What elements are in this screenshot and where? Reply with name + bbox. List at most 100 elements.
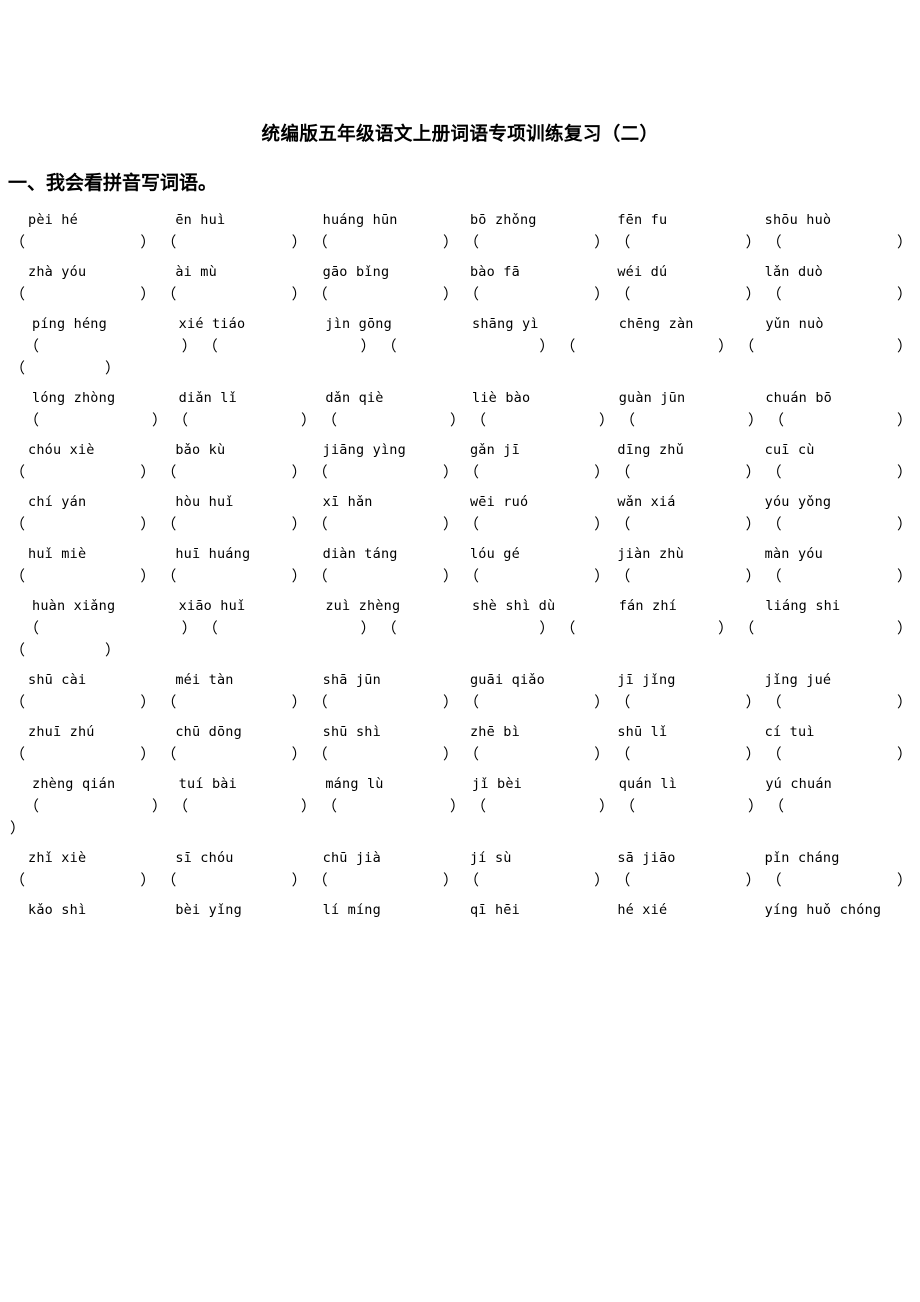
answer-bracket[interactable]: （）: [161, 231, 312, 253]
answer-bracket-line: （）（）（）（）（）: [10, 617, 918, 639]
bracket-open: （: [312, 567, 328, 586]
answer-bracket[interactable]: （）: [313, 565, 464, 587]
answer-bracket[interactable]: （）: [10, 743, 161, 765]
answer-bracket[interactable]: （）: [464, 691, 615, 713]
answer-bracket[interactable]: （）: [10, 283, 161, 305]
answer-bracket[interactable]: （）: [161, 743, 312, 765]
bracket-open: （: [381, 619, 397, 638]
answer-bracket[interactable]: （）: [615, 565, 766, 587]
answer-bracket[interactable]: （）: [382, 617, 561, 639]
answer-bracket[interactable]: （）: [161, 513, 312, 535]
exercise-row: zhèng qián tuí bài máng lù jǐ bèi quán lì yú …: [10, 774, 918, 839]
answer-bracket[interactable]: （）: [313, 231, 464, 253]
answer-bracket[interactable]: （）: [464, 283, 615, 305]
answer-bracket[interactable]: （）: [471, 409, 620, 431]
answer-bracket[interactable]: （）: [464, 869, 615, 891]
answer-bracket[interactable]: （）: [464, 461, 615, 483]
answer-bracket[interactable]: （）: [615, 869, 766, 891]
answer-bracket-line: （）（）（）（）（）（）: [10, 231, 918, 253]
answer-bracket[interactable]: （）: [615, 743, 766, 765]
answer-bracket[interactable]: （）: [620, 409, 769, 431]
answer-bracket[interactable]: （）: [767, 231, 918, 253]
pinyin-word: qī hēi: [469, 902, 520, 919]
answer-bracket[interactable]: （）: [769, 409, 918, 431]
answer-bracket[interactable]: （）: [161, 869, 312, 891]
answer-bracket[interactable]: （）: [767, 513, 918, 535]
answer-bracket[interactable]: （）: [739, 617, 918, 639]
bracket-close: ）: [151, 411, 167, 430]
answer-bracket[interactable]: （）: [471, 795, 620, 817]
exercise-row: chóu xiè bǎo kù jiāng yìng gǎn jī dīng zhǔ cu…: [10, 440, 918, 483]
answer-bracket[interactable]: （）: [313, 283, 464, 305]
pinyin-word: ēn huì: [175, 212, 226, 229]
answer-bracket[interactable]: （）: [161, 461, 312, 483]
answer-bracket[interactable]: （）: [203, 617, 382, 639]
answer-bracket[interactable]: （）: [767, 743, 918, 765]
answer-bracket[interactable]: （）: [313, 743, 464, 765]
pinyin-word: guāi qiǎo: [469, 672, 545, 689]
bracket-close: ）: [896, 411, 912, 430]
bracket-close: ）: [594, 463, 610, 482]
pinyin-word: xī hǎn: [322, 494, 373, 511]
answer-bracket[interactable]: （）: [767, 461, 918, 483]
answer-bracket[interactable]: （）: [313, 869, 464, 891]
answer-bracket[interactable]: （）: [615, 513, 766, 535]
answer-bracket[interactable]: （）: [10, 565, 161, 587]
answer-bracket[interactable]: （）: [10, 869, 161, 891]
answer-bracket[interactable]: （）: [10, 691, 161, 713]
answer-bracket[interactable]: （）: [161, 283, 312, 305]
bracket-open: （: [463, 693, 479, 712]
answer-bracket[interactable]: （）: [10, 513, 161, 535]
bracket-open: （: [463, 871, 479, 890]
answer-bracket[interactable]: （）: [10, 461, 161, 483]
answer-bracket[interactable]: （）: [24, 409, 173, 431]
answer-bracket[interactable]: （）: [767, 565, 918, 587]
answer-bracket[interactable]: （）: [464, 743, 615, 765]
answer-bracket[interactable]: （）: [161, 565, 312, 587]
answer-bracket[interactable]: （）: [173, 795, 322, 817]
bracket-open: （: [322, 411, 338, 430]
answer-bracket[interactable]: （）: [322, 409, 471, 431]
pinyin-word: diǎn lǐ: [178, 390, 237, 407]
answer-bracket[interactable]: （）: [464, 513, 615, 535]
pinyin-line: huǐ miè huī huáng diàn táng lóu gé jiàn zhù m…: [10, 544, 918, 564]
answer-bracket[interactable]: （）: [767, 283, 918, 305]
answer-bracket[interactable]: （）: [615, 283, 766, 305]
answer-bracket[interactable]: （）: [10, 357, 120, 379]
answer-bracket[interactable]: （）: [313, 461, 464, 483]
pinyin-word: liè bào: [472, 390, 531, 407]
bracket-close: ）: [745, 567, 761, 586]
answer-bracket[interactable]: （）: [620, 795, 769, 817]
answer-bracket[interactable]: （）: [24, 795, 173, 817]
answer-bracket[interactable]: （）: [313, 513, 464, 535]
answer-bracket[interactable]: （）: [615, 691, 766, 713]
answer-bracket[interactable]: （）: [24, 335, 203, 357]
pinyin-line: huàn xiǎng xiāo huǐ zuì zhèng shè shì dù fán…: [10, 596, 918, 616]
answer-bracket[interactable]: （）: [464, 565, 615, 587]
answer-bracket[interactable]: （）: [464, 231, 615, 253]
answer-bracket[interactable]: （）: [24, 617, 203, 639]
answer-bracket[interactable]: （）: [161, 691, 312, 713]
pinyin-word: huī huáng: [175, 546, 251, 563]
answer-bracket[interactable]: （）: [560, 617, 739, 639]
bracket-close: ）: [598, 797, 614, 816]
answer-bracket-line: （）（）（）（）（）（）: [10, 869, 918, 891]
bracket-open: （: [766, 463, 782, 482]
bracket-open: （: [739, 619, 755, 638]
answer-bracket[interactable]: （）: [313, 691, 464, 713]
answer-bracket[interactable]: （）: [560, 335, 739, 357]
answer-bracket[interactable]: （）: [615, 231, 766, 253]
answer-bracket[interactable]: （）: [739, 335, 918, 357]
answer-bracket[interactable]: （）: [203, 335, 382, 357]
pinyin-line: zhuī zhú chū dōng shū shì zhē bì shū lǐ cí tu…: [10, 722, 918, 742]
answer-bracket[interactable]: （）: [767, 691, 918, 713]
answer-bracket[interactable]: （）: [10, 639, 120, 661]
answer-bracket[interactable]: （）: [173, 409, 322, 431]
answer-bracket[interactable]: （）: [382, 335, 561, 357]
answer-bracket[interactable]: （）: [767, 869, 918, 891]
answer-bracket[interactable]: （: [769, 795, 918, 817]
answer-bracket[interactable]: （）: [322, 795, 471, 817]
answer-bracket[interactable]: （）: [10, 231, 161, 253]
answer-bracket[interactable]: （）: [615, 461, 766, 483]
bracket-open: （: [615, 693, 631, 712]
